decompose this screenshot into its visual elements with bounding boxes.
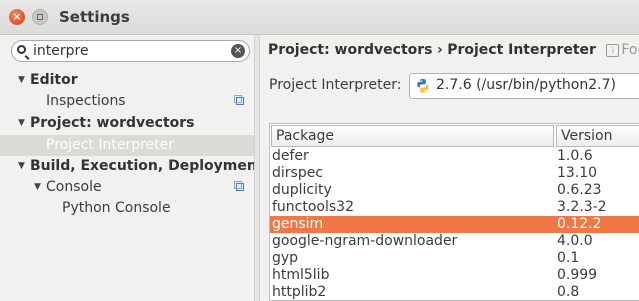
tree-item-project-interpreter[interactable]: Project Interpreter <box>0 135 254 156</box>
packages-table: Package Version defer 1.0.6 dirspec 13.10 du… <box>269 123 639 301</box>
column-header-package[interactable]: Package <box>271 125 554 147</box>
search-icon <box>17 45 26 54</box>
package-version: 0.999 <box>557 267 598 283</box>
breadcrumb-hint-text: For cu <box>621 42 639 58</box>
search-input-value: interpre <box>33 43 89 59</box>
interpreter-select[interactable]: 2.7.6 (/usr/bin/python2.7) <box>409 73 639 99</box>
tree-item-label: Inspections <box>46 93 126 109</box>
table-row[interactable]: gensim 0.12.2 <box>270 216 639 233</box>
table-row[interactable]: defer 1.0.6 <box>270 148 639 165</box>
package-name: duplicity <box>272 182 332 198</box>
expand-arrow-icon[interactable]: ▼ <box>18 113 25 134</box>
tree-item-build-execution-deployment[interactable]: ▼ Build, Execution, Deployment <box>0 156 264 177</box>
table-row[interactable]: html5lib 0.999 <box>270 267 639 284</box>
column-header-version[interactable]: Version <box>556 125 639 147</box>
project-scope-icon <box>234 181 244 191</box>
breadcrumb-page: Project Interpreter <box>447 42 596 58</box>
expand-arrow-icon[interactable]: ▼ <box>18 70 25 91</box>
package-name: google-ngram-downloader <box>272 233 458 249</box>
package-version: 0.12.2 <box>557 216 602 232</box>
interpreter-label: Project Interpreter: <box>269 77 402 93</box>
title-bar: × Settings <box>0 0 639 35</box>
tree-item-label: Build, Execution, Deployment <box>30 158 264 174</box>
tree-item-label: Python Console <box>62 200 171 216</box>
tree-item-python-console[interactable]: Python Console <box>0 198 254 219</box>
window-title: Settings <box>59 8 130 26</box>
table-row[interactable]: dirspec 13.10 <box>270 165 639 182</box>
table-row[interactable]: httplib2 0.8 <box>270 284 639 300</box>
tree-item-label: Editor <box>30 72 78 88</box>
settings-sidebar: interpre × ▼ Editor Inspections ▼ Projec… <box>0 35 264 301</box>
package-version: 4.0.0 <box>557 233 593 249</box>
package-name: gensim <box>272 216 324 232</box>
package-name: dirspec <box>272 165 324 181</box>
table-row[interactable]: gyp 0.1 <box>270 250 639 267</box>
package-version: 0.1 <box>557 250 580 266</box>
window-maximize-button[interactable] <box>32 9 48 25</box>
project-scope-icon <box>234 95 244 105</box>
tree-item-editor[interactable]: ▼ Editor <box>0 70 254 91</box>
breadcrumb-separator: › <box>436 42 443 58</box>
breadcrumb-project: Project: wordvectors <box>268 42 433 58</box>
table-row[interactable]: google-ngram-downloader 4.0.0 <box>270 233 639 250</box>
breadcrumb-hint: iFor cu <box>606 42 639 58</box>
package-name: httplib2 <box>272 284 327 300</box>
package-version: 0.8 <box>557 284 580 300</box>
clear-search-icon[interactable]: × <box>231 44 245 58</box>
tree-item-console[interactable]: ▼ Console <box>0 177 254 198</box>
tree-item-label: Project: wordvectors <box>30 115 195 131</box>
package-name: gyp <box>272 250 299 266</box>
tree-item-project[interactable]: ▼ Project: wordvectors <box>0 113 254 134</box>
tree-item-inspections[interactable]: Inspections <box>0 91 254 112</box>
package-name: defer <box>272 148 309 164</box>
search-input[interactable]: interpre × <box>11 40 250 62</box>
info-icon: i <box>606 44 620 57</box>
table-row[interactable]: duplicity 0.6.23 <box>270 182 639 199</box>
package-version: 1.0.6 <box>557 148 593 164</box>
expand-arrow-icon[interactable]: ▼ <box>34 177 41 198</box>
package-version: 3.2.3-2 <box>557 199 607 215</box>
python-icon <box>417 79 429 93</box>
window-close-button[interactable]: × <box>9 9 25 25</box>
package-name: html5lib <box>272 267 330 283</box>
table-row[interactable]: functools32 3.2.3-2 <box>270 199 639 216</box>
package-name: functools32 <box>272 199 354 215</box>
settings-content: Project: wordvectors › Project Interpret… <box>260 35 639 301</box>
package-version: 0.6.23 <box>557 182 602 198</box>
tree-item-label: Project Interpreter <box>46 137 175 153</box>
breadcrumb: Project: wordvectors › Project Interpret… <box>268 42 639 58</box>
package-version: 13.10 <box>557 165 598 181</box>
expand-arrow-icon[interactable]: ▼ <box>18 156 25 177</box>
tree-item-label: Console <box>46 179 102 195</box>
interpreter-value: 2.7.6 (/usr/bin/python2.7) <box>436 77 616 93</box>
